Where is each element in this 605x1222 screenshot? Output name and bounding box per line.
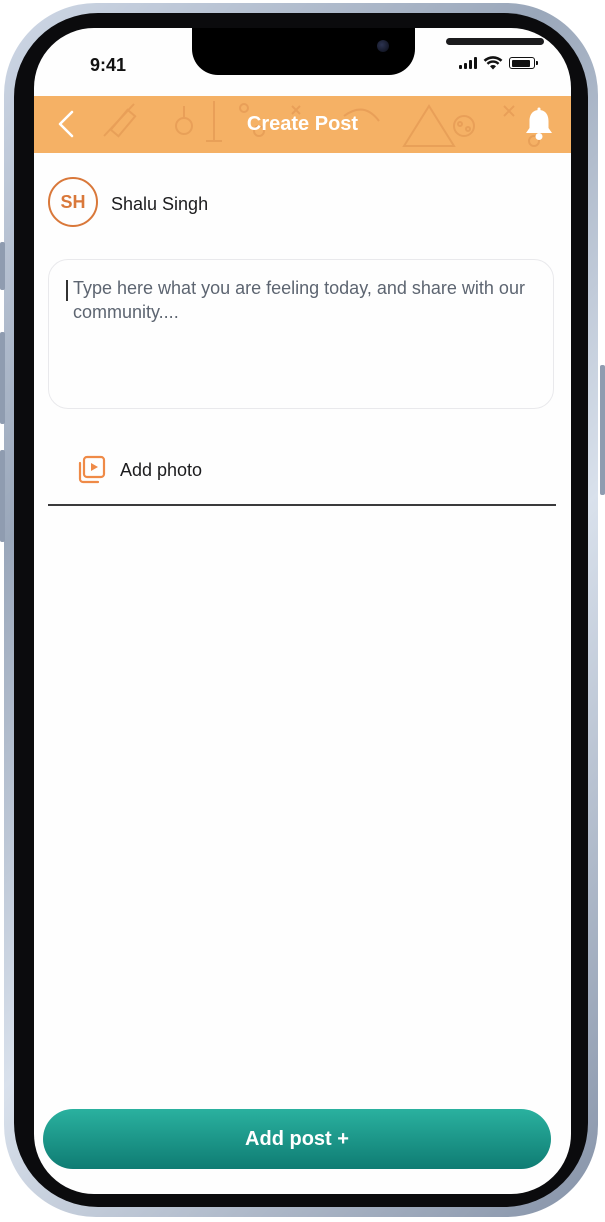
app-screen: 9:41 Create Post SH Shalu Singh Type her… — [34, 28, 571, 1194]
mute-switch — [0, 242, 5, 290]
user-name: Shalu Singh — [111, 194, 209, 214]
notifications-button[interactable] — [523, 107, 555, 141]
speaker — [446, 38, 544, 45]
post-composer — [48, 259, 554, 409]
power-button — [600, 365, 605, 495]
front-camera — [377, 40, 389, 52]
notch — [192, 28, 544, 75]
divider — [48, 504, 556, 506]
status-time: 9:41 — [90, 55, 127, 75]
volume-up-button — [0, 332, 5, 424]
avatar: SH — [48, 177, 98, 227]
add-photo-button[interactable]: Add photo — [76, 452, 202, 488]
cellular-signal-icon — [459, 57, 477, 69]
photo-play-icon — [78, 455, 106, 484]
bell-icon — [526, 107, 552, 140]
status-icons — [459, 56, 538, 70]
header-bar: Create Post — [34, 96, 571, 153]
add-post-button[interactable]: Add post + — [43, 1109, 551, 1169]
add-photo-label: Add photo — [120, 459, 203, 480]
volume-down-button — [0, 450, 5, 542]
battery-icon — [509, 57, 538, 69]
text-caret — [66, 280, 68, 301]
page-title: Create Post — [246, 113, 359, 135]
wifi-icon — [483, 56, 503, 70]
post-text-input[interactable] — [73, 276, 543, 394]
